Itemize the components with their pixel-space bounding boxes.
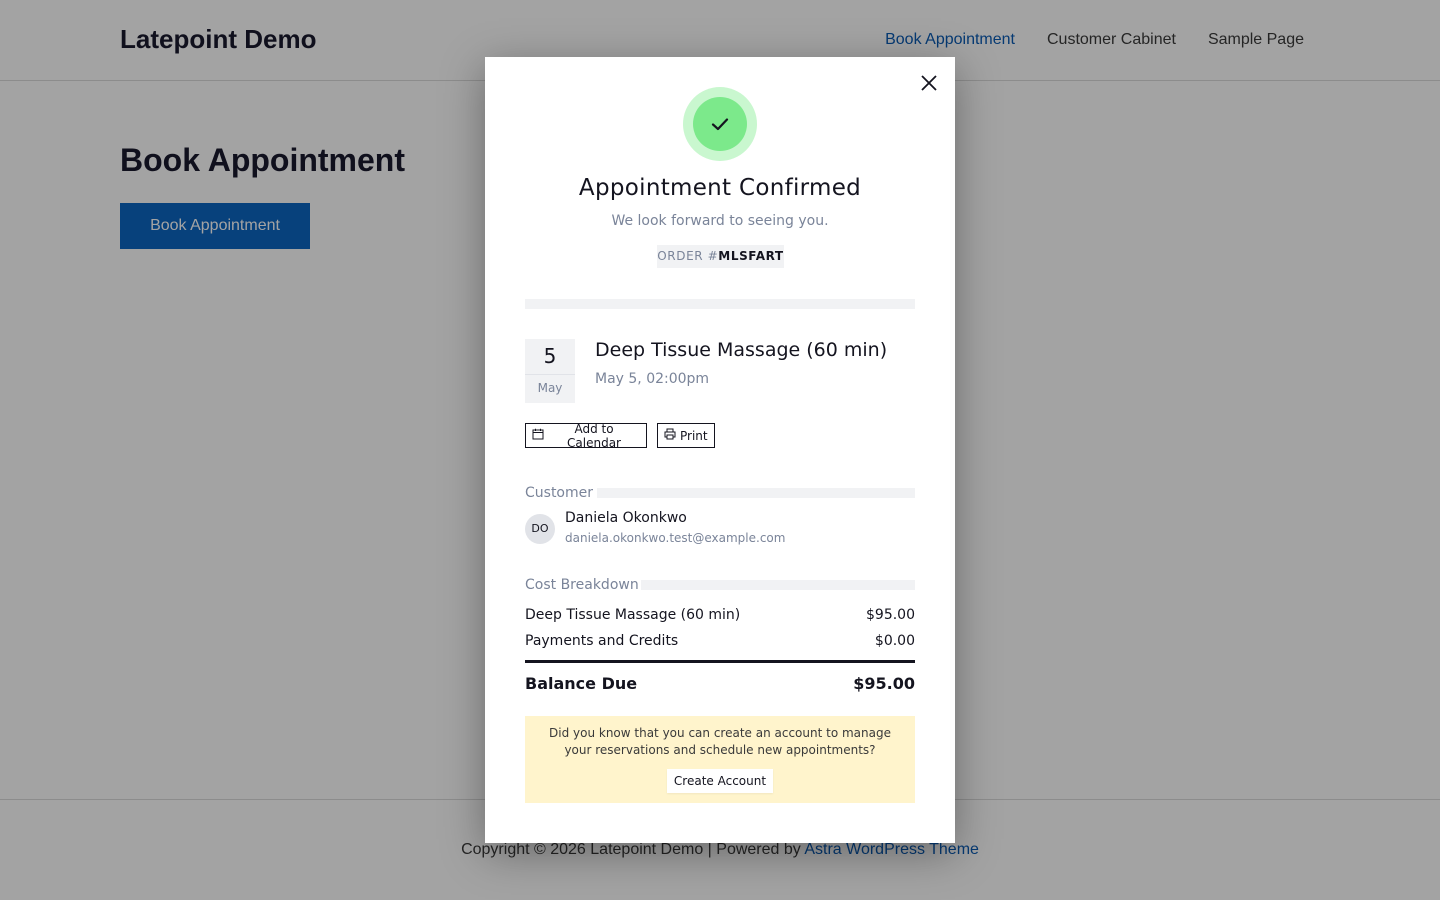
balance-label: Balance Due [525,674,638,693]
customer-section-label: Customer [525,485,594,501]
balance-amount: $95.00 [853,674,915,693]
balance-due-row: Balance Due $95.00 [525,674,915,693]
add-to-calendar-label: Add to Calendar [567,421,621,450]
date-day: 5 [525,339,575,375]
print-label: Print [680,428,708,443]
confirmation-modal: Appointment Confirmed We look forward to… [485,57,955,843]
cost-item-label: Payments and Credits [525,633,679,649]
close-icon[interactable] [919,73,939,93]
cost-item-amount: $0.00 [874,633,915,649]
notice-text: Did you know that you can create an acco… [549,726,891,757]
appointment-date-box: 5 May [525,339,575,403]
checkmark-icon [693,97,747,151]
service-time: May 5, 02:00pm [595,371,710,387]
customer-divider [597,488,915,498]
cost-section-label: Cost Breakdown [525,577,639,593]
cost-divider [641,580,915,590]
confirmation-subtitle: We look forward to seeing you. [611,213,829,229]
printer-icon [664,428,676,443]
customer-name: Daniela Okonkwo [565,510,687,526]
divider [525,299,915,309]
cost-item-label: Deep Tissue Massage (60 min) [525,607,741,623]
order-label: ORDER # [657,249,719,263]
print-button[interactable]: Print [657,423,715,448]
cost-item-amount: $95.00 [866,607,915,623]
add-to-calendar-button[interactable]: Add to Calendar [525,421,647,450]
calendar-icon [532,428,544,443]
success-badge [683,87,757,161]
order-code: MLSFART [718,249,784,263]
cost-row: Deep Tissue Massage (60 min) $95.00 [525,607,915,623]
avatar: DO [525,514,555,544]
service-name: Deep Tissue Massage (60 min) [595,339,888,361]
cost-row: Payments and Credits $0.00 [525,633,915,649]
customer-email: daniela.okonkwo.test@example.com [565,531,786,545]
order-number-badge: ORDER #MLSFART [657,245,784,268]
confirmation-title: Appointment Confirmed [578,175,862,201]
create-account-button[interactable]: Create Account [667,769,773,793]
date-month: May [537,381,563,395]
total-divider [525,660,915,663]
create-account-notice: Did you know that you can create an acco… [525,716,915,803]
